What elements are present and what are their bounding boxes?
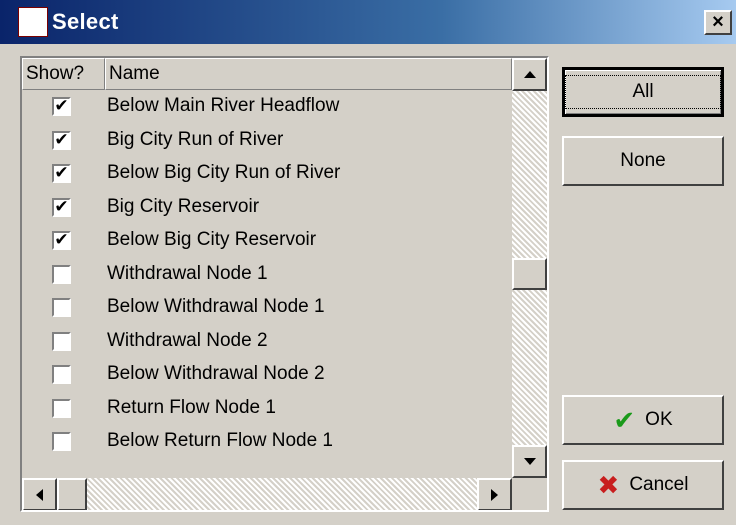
show-checkbox[interactable] — [52, 298, 71, 317]
arrow-right-icon — [491, 488, 498, 501]
list-item[interactable]: Withdrawal Node 2 — [22, 325, 512, 359]
ok-button[interactable]: ✔ OK — [562, 395, 724, 445]
x-icon: ✖ — [597, 469, 620, 500]
list-item[interactable]: ✔ Big City Run of River — [22, 124, 512, 158]
list-item-label: Below Withdrawal Node 1 — [107, 296, 325, 317]
show-checkbox[interactable] — [52, 432, 71, 451]
scroll-down-button[interactable] — [512, 445, 547, 478]
list-item[interactable]: ✔ Below Big City Reservoir — [22, 224, 512, 258]
list-item-label: Withdrawal Node 2 — [107, 329, 268, 351]
vertical-scrollbar[interactable] — [512, 58, 547, 478]
list-item[interactable]: Withdrawal Node 1 — [22, 258, 512, 292]
cancel-button-label: Cancel — [629, 474, 689, 495]
show-checkbox[interactable] — [52, 264, 71, 284]
none-button-label: None — [620, 150, 666, 171]
node-list: Show? Name ✔ Below Main River Headflow ✔ Bi… — [20, 56, 549, 512]
horizontal-scrollbar[interactable] — [22, 478, 512, 510]
list-item-label: Big City Run of River — [107, 128, 284, 150]
arrow-left-icon — [36, 488, 43, 501]
list-item[interactable]: Below Return Flow Node 1 — [22, 425, 512, 459]
list-item-label: Big City Reservoir — [107, 195, 260, 217]
scroll-up-button[interactable] — [512, 58, 547, 91]
title-bar: Select × — [0, 0, 736, 44]
list-item[interactable]: Below Withdrawal Node 2 — [22, 358, 512, 392]
checkmark-icon: ✔ — [613, 404, 636, 435]
all-button[interactable]: All — [562, 67, 724, 117]
all-button-label: All — [565, 75, 721, 109]
list-item[interactable]: ✔ Below Main River Headflow — [22, 90, 512, 124]
list-item-label: Below Withdrawal Node 2 — [107, 363, 325, 384]
close-button[interactable]: × — [704, 10, 732, 35]
show-checkbox[interactable] — [52, 331, 71, 351]
column-header-name[interactable]: Name — [105, 58, 512, 90]
scroll-left-button[interactable] — [22, 478, 57, 510]
scroll-right-button[interactable] — [477, 478, 512, 510]
scrollbar-corner — [512, 478, 547, 510]
list-item[interactable]: ✔ Big City Reservoir — [22, 191, 512, 225]
list-item-label: Below Return Flow Node 1 — [107, 430, 333, 451]
show-checkbox[interactable]: ✔ — [52, 197, 71, 217]
arrow-up-icon — [523, 71, 536, 78]
app-icon — [18, 7, 48, 37]
horizontal-scroll-thumb[interactable] — [57, 478, 87, 510]
scroll-thumb[interactable] — [512, 258, 547, 290]
window-title: Select — [52, 9, 119, 34]
list-item-label: Below Big City Run of River — [107, 162, 341, 183]
cancel-button[interactable]: ✖ Cancel — [562, 460, 724, 510]
list-item[interactable]: ✔ Below Big City Run of River — [22, 157, 512, 191]
list-item[interactable]: Return Flow Node 1 — [22, 392, 512, 426]
show-checkbox[interactable] — [52, 365, 71, 384]
list-item[interactable]: Below Withdrawal Node 1 — [22, 291, 512, 325]
show-checkbox[interactable]: ✔ — [52, 231, 71, 250]
ok-button-label: OK — [645, 409, 673, 430]
show-checkbox[interactable]: ✔ — [52, 130, 71, 150]
list-item-label: Return Flow Node 1 — [107, 396, 276, 418]
arrow-down-icon — [523, 458, 536, 465]
show-checkbox[interactable]: ✔ — [52, 164, 71, 183]
none-button[interactable]: None — [562, 136, 724, 186]
column-header-show[interactable]: Show? — [22, 58, 105, 90]
list-rows: ✔ Below Main River Headflow ✔ Big City Run … — [22, 90, 512, 459]
list-item-label: Below Big City Reservoir — [107, 229, 317, 250]
list-header: Show? Name — [22, 58, 512, 90]
list-item-label: Withdrawal Node 1 — [107, 262, 268, 284]
list-item-label: Below Main River Headflow — [107, 95, 340, 116]
show-checkbox[interactable] — [52, 398, 71, 418]
show-checkbox[interactable]: ✔ — [52, 97, 71, 116]
